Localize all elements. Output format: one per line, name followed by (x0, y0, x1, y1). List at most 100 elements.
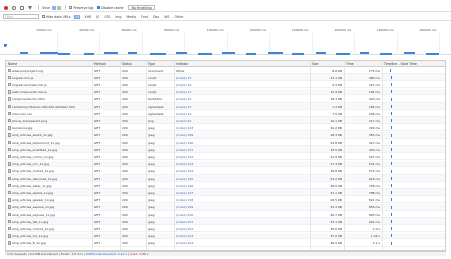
type-filter-css[interactable]: CSS (103, 15, 111, 19)
request-status: 200 (122, 198, 128, 203)
table-row[interactable]: amp_articles_gawker_1x.jpg GET 200 jpeg (ind… (6, 197, 445, 204)
request-initiator[interactable]: (index):191 (176, 148, 306, 152)
table-row[interactable]: amp_articles_eater_1x.jpg GET 200 jpeg (inde… (6, 182, 445, 189)
waterfall-column-header[interactable]: Timeline – Start Time (384, 62, 417, 66)
filter-input[interactable]: Filter (3, 14, 39, 19)
preserve-log-box[interactable] (69, 6, 73, 9)
request-initiator[interactable]: (index):194 (176, 169, 306, 173)
column-divider (310, 61, 311, 250)
request-type: jpeg (148, 147, 155, 152)
waterfall-bar (391, 169, 393, 173)
status-column-header[interactable]: Status (122, 62, 132, 66)
time-column-header[interactable]: Time (346, 62, 354, 66)
request-status: 200 (122, 118, 128, 123)
table-row[interactable]: amp_articles_express_1x.jpg GET 200 jpeg (in… (6, 211, 445, 218)
overview-gridline (99, 33, 101, 55)
request-initiator[interactable]: (index):204 (176, 241, 306, 245)
type-filter-xhr[interactable]: XHR (83, 15, 92, 19)
table-row[interactable]: amp_articles_cosmo_1x.jpg GET 200 jpeg (inde… (6, 153, 445, 161)
overview-icon[interactable] (57, 5, 62, 10)
table-row[interactable]: amp_articles_ft_1x.jpg GET 200 jpeg (index):… (6, 240, 445, 247)
request-initiator[interactable]: (index):22 (176, 97, 306, 101)
disable-cache-box[interactable] (97, 6, 101, 9)
request-initiator[interactable]: (index):197 (176, 191, 306, 195)
table-row[interactable]: amp_articles_fab_1x.jpg GET 200 jpeg (index)… (6, 218, 445, 225)
type-column-header[interactable]: Type (148, 62, 155, 66)
table-row[interactable]: amp_articles_bdpulmont_1x.jpg GET 200 jpeg (… (6, 139, 445, 146)
script-icon (7, 75, 11, 80)
filter-icon[interactable] (27, 5, 32, 10)
request-initiator[interactable]: (index):15 (176, 76, 306, 80)
request-initiator[interactable]: (index):198 (176, 198, 306, 202)
table-row[interactable]: amp_articles_buzzfeed_1x.jpg GET 200 jpeg (i… (6, 146, 445, 153)
method-column-header[interactable]: Method (94, 62, 106, 66)
request-initiator[interactable]: (index):192 (176, 155, 306, 159)
type-filter-doc[interactable]: Doc (152, 15, 160, 19)
table-row[interactable]: amp_articles_cnn_1x.jpg GET 200 jpeg (index)… (6, 160, 445, 168)
table-row[interactable]: amp_articles_rmarca_1x.jpg GET 200 jpeg (ind… (6, 225, 445, 233)
request-initiator[interactable]: (index):17 (176, 90, 306, 94)
waterfall-bar (391, 191, 393, 195)
request-initiator[interactable]: (index):200 (176, 213, 306, 217)
table-row[interactable]: www.ampproject.org GET 200 document Other 6.8… (6, 67, 445, 74)
table-row[interactable]: amp_articles_sbsXS_1x.jpg GET 200 jpeg (inde… (6, 131, 445, 139)
initiator-column-header[interactable]: Initiator (176, 62, 188, 66)
request-initiator[interactable]: (index):202 (176, 227, 306, 231)
request-initiator[interactable]: (index):24 (176, 112, 306, 116)
request-name: main.min.css (12, 111, 32, 116)
request-type: jpeg (148, 190, 155, 195)
image-icon (7, 140, 11, 145)
camera-icon[interactable] (19, 5, 24, 10)
request-initiator[interactable]: (index):189 (176, 133, 306, 137)
request-initiator[interactable]: (index):203 (176, 234, 306, 238)
request-method: GET (94, 90, 101, 95)
request-initiator[interactable]: (index):201 (176, 220, 306, 224)
hide-data-urls-box[interactable] (42, 15, 45, 18)
table-row[interactable]: phone_transparent.png GET 200 png (index):94… (6, 117, 445, 125)
overview-timeline[interactable]: 20000 ms 40000 ms 60000 ms 80000 ms 100000 m… (0, 22, 451, 55)
table-row[interactable]: amp_articles_elplais_1x.jpg GET 200 jpeg (in… (6, 189, 445, 197)
request-initiator[interactable]: (index):196 (176, 184, 306, 188)
clear-icon[interactable] (11, 5, 16, 10)
hide-data-urls-checkbox[interactable]: Hide data URLs (42, 15, 70, 19)
table-row[interactable]: css?family=Roboto:300,400,400italic,500 G… (6, 103, 445, 110)
size-column-header[interactable]: Size (312, 62, 318, 66)
request-initiator[interactable]: (index):23 (176, 105, 306, 109)
type-filter-img[interactable]: Img (114, 15, 122, 19)
type-filter-other[interactable]: Other (173, 15, 184, 19)
table-row[interactable]: amp_articles_espana_1x.jpg GET 200 jpeg (ind… (6, 203, 445, 211)
table-row[interactable]: main.min.css GET 200 stylesheet (index):24 7.… (6, 110, 445, 117)
request-name: amp_articles_gawker_1x.jpg (12, 198, 55, 203)
type-filter-all[interactable]: All (74, 14, 81, 19)
record-icon[interactable] (3, 5, 8, 10)
request-initiator[interactable]: (index):16 (176, 83, 306, 87)
table-row[interactable]: webcomponents.min.js GET 200 script (index):… (6, 88, 445, 96)
table-row[interactable]: angular.min.js GET 200 script (index):15 41.1… (6, 74, 445, 81)
request-name: webcomponents.min.js (12, 90, 47, 95)
table-row[interactable]: angular-animate.min.js GET 200 script (index… (6, 81, 445, 89)
table-row[interactable]: amp_articles_fox_1x.jpg GET 200 jpeg (index)… (6, 232, 445, 240)
type-filter-js[interactable]: JS (95, 15, 100, 19)
request-time: 480 ms (368, 75, 380, 80)
table-row[interactable]: components.min.html GET 200 text/html (index… (6, 96, 445, 103)
throttling-select[interactable]: No throttling (128, 5, 155, 10)
request-initiator[interactable]: (index):195 (176, 177, 306, 181)
request-initiator[interactable]: (index):199 (176, 205, 306, 209)
table-row[interactable]: amp_articles_curbed_1x.jpg GET 200 jpeg (ind… (6, 168, 445, 175)
preserve-log-checkbox[interactable]: Preserve log (69, 6, 93, 10)
request-name: amp_articles_dailymail_1x.jpg (12, 176, 58, 181)
type-filter-media[interactable]: Media (126, 15, 138, 19)
disable-cache-checkbox[interactable]: Disable cache (97, 6, 123, 10)
type-filter-font[interactable]: Font (140, 15, 149, 19)
load-time: Load: 4.86 s (129, 252, 149, 256)
large-rows-icon[interactable] (52, 5, 57, 10)
request-initiator[interactable]: (index):193 (176, 162, 306, 166)
request-time: 227 ms (368, 82, 380, 87)
table-row[interactable]: barcelona.jpg GET 200 jpeg (index):103 41.2 K… (6, 125, 445, 132)
type-filter-ws[interactable]: WS (163, 15, 170, 19)
request-initiator[interactable]: (index):103 (176, 126, 306, 130)
table-row[interactable]: amp_articles_dailymail_1x.jpg GET 200 jpeg (… (6, 175, 445, 182)
request-initiator[interactable]: (index):190 (176, 141, 306, 145)
name-column-header[interactable]: Name (8, 62, 17, 66)
request-initiator[interactable]: (index):94 (176, 119, 306, 123)
